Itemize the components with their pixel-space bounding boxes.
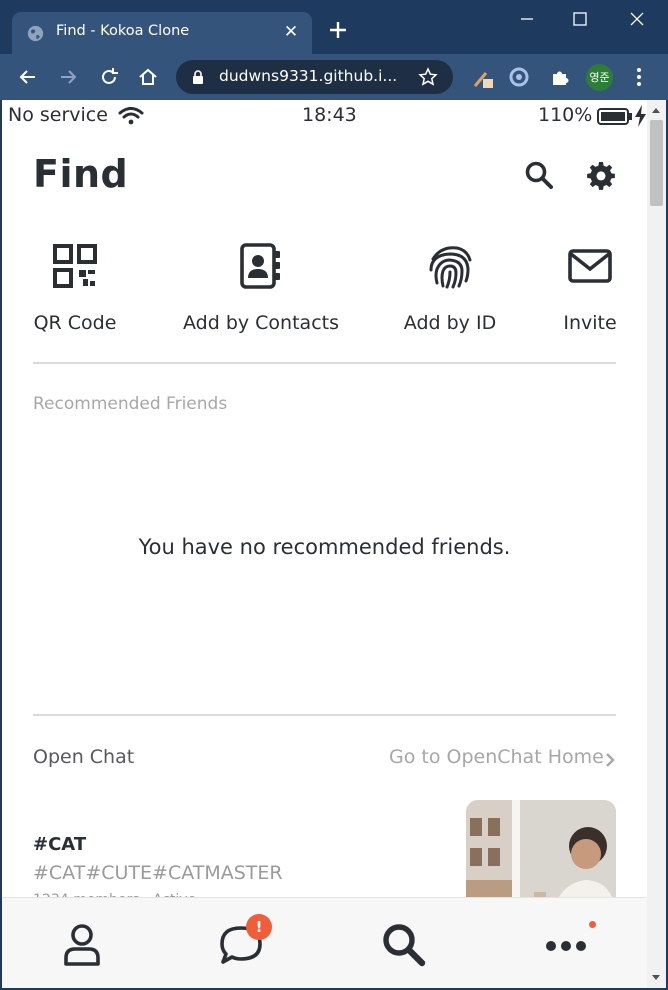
bookmark-star-icon[interactable] <box>418 67 438 87</box>
forward-icon[interactable] <box>57 66 79 88</box>
qrcode-icon <box>53 244 97 288</box>
search-icon[interactable] <box>524 160 554 190</box>
add-by-contacts-action[interactable]: Add by Contacts <box>183 243 339 334</box>
window-close-icon[interactable] <box>620 6 654 32</box>
page-title: Find <box>33 152 129 196</box>
globe-icon <box>27 25 44 42</box>
page-scrollbar[interactable] <box>647 100 666 988</box>
recommended-friends-heading: Recommended Friends <box>33 394 228 414</box>
carrier-text: No service <box>8 104 108 126</box>
extension-ring-icon[interactable] <box>508 66 530 88</box>
bottom-tab-bar: ! <box>2 897 647 988</box>
browser-menu-icon[interactable] <box>628 66 650 88</box>
qr-code-action[interactable]: QR Code <box>33 243 117 334</box>
scrollbar-thumb[interactable] <box>650 120 663 206</box>
add-by-id-action[interactable]: Add by ID <box>402 243 498 334</box>
maximize-icon[interactable] <box>563 6 597 32</box>
chats-notification-badge: ! <box>246 914 272 940</box>
section-divider <box>33 362 616 364</box>
empty-recommendations-message: You have no recommended friends. <box>138 535 511 559</box>
wifi-icon <box>118 107 144 125</box>
more-notification-dot <box>589 921 596 928</box>
opechat-home-link[interactable]: Go to OpenChat Home <box>389 746 604 768</box>
invite-action[interactable]: Invite <box>562 243 618 334</box>
chevron-right-icon[interactable] <box>604 752 616 768</box>
battery-icon <box>597 108 632 125</box>
envelope-icon <box>568 249 612 283</box>
tab-find-search-icon[interactable] <box>379 920 427 968</box>
browser-titlebar: Find - Kokoa Clone ✕ <box>0 0 668 54</box>
scroll-up-arrow-icon[interactable] <box>652 108 660 113</box>
tab-friends-person-icon[interactable] <box>58 920 106 968</box>
gear-icon[interactable] <box>586 160 616 190</box>
new-tab-icon[interactable] <box>326 18 350 42</box>
browser-toolbar: dudwns9331.github.i... 영준 <box>0 54 668 100</box>
qr-code-label: QR Code <box>33 312 117 334</box>
address-book-icon <box>240 243 280 289</box>
tab-close-icon[interactable]: ✕ <box>281 22 301 42</box>
battery-percent: 110% <box>538 104 593 126</box>
minimize-icon[interactable] <box>510 6 544 32</box>
add-by-contacts-label: Add by Contacts <box>183 312 339 334</box>
profile-avatar[interactable]: 영준 <box>586 64 613 91</box>
clock-text: 18:43 <box>302 104 357 126</box>
invite-label: Invite <box>563 312 617 334</box>
extensions-puzzle-icon[interactable] <box>549 66 571 88</box>
fingerprint-icon <box>429 246 472 289</box>
tab-more-ellipsis-icon[interactable] <box>542 920 590 968</box>
chat-tags: #CAT#CUTE#CATMASTER <box>33 862 283 884</box>
browser-tab[interactable]: Find - Kokoa Clone ✕ <box>12 12 312 54</box>
back-icon[interactable] <box>17 66 39 88</box>
tab-title: Find - Kokoa Clone <box>56 23 190 39</box>
status-bar: No service 18:43 110% <box>2 100 647 132</box>
chat-name: #CAT <box>33 834 87 855</box>
page-viewport: No service 18:43 110% Find QR Code Add b… <box>2 100 647 988</box>
address-bar[interactable]: dudwns9331.github.i... <box>176 60 453 94</box>
open-chat-heading: Open Chat <box>33 746 135 768</box>
url-text: dudwns9331.github.i... <box>219 67 398 85</box>
eyedropper-extension-icon[interactable] <box>472 67 494 89</box>
lock-icon <box>193 70 203 84</box>
home-icon[interactable] <box>137 66 159 88</box>
reload-icon[interactable] <box>98 66 120 88</box>
section-divider <box>33 714 616 716</box>
charging-bolt-icon <box>635 105 646 127</box>
scroll-down-arrow-icon[interactable] <box>652 975 660 980</box>
add-by-id-label: Add by ID <box>403 312 497 334</box>
